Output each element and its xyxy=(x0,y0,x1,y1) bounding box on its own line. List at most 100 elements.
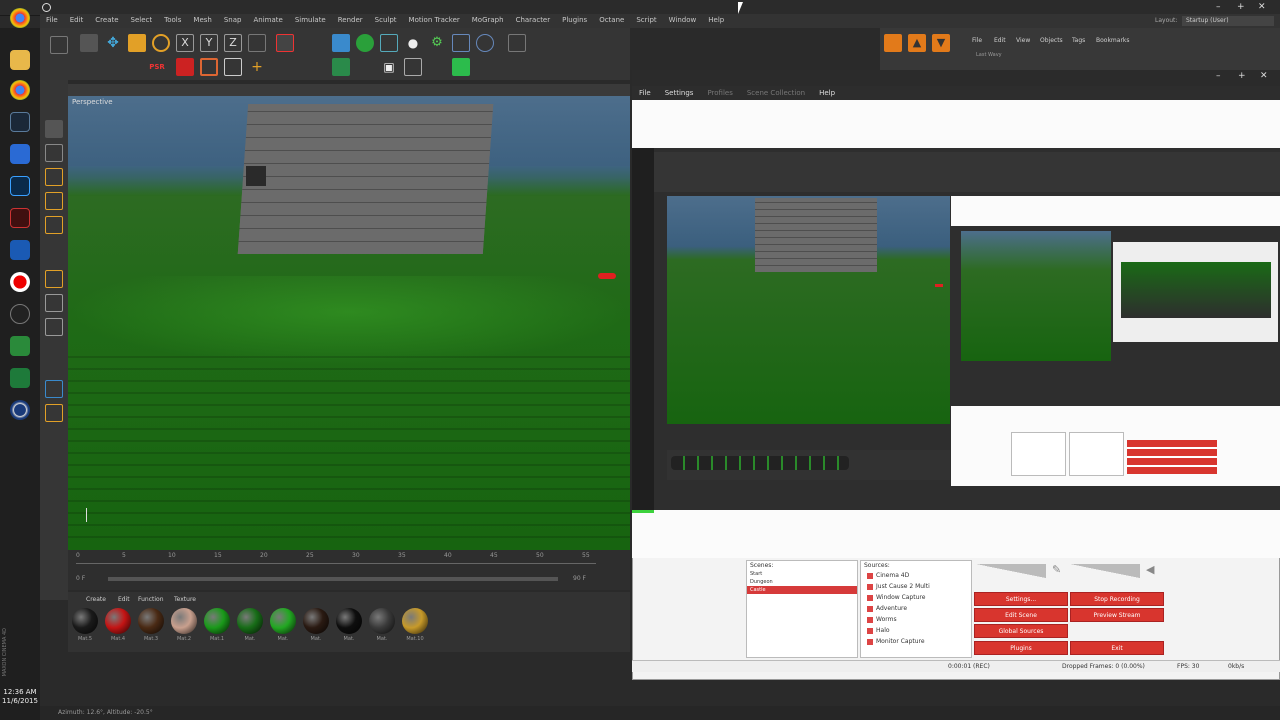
3d-viewport[interactable] xyxy=(68,96,630,550)
source-checkbox[interactable] xyxy=(867,583,873,590)
spreadsheet-icon[interactable] xyxy=(10,368,30,388)
render-view-icon[interactable] xyxy=(176,58,194,76)
menu-sculpt[interactable]: Sculpt xyxy=(369,14,403,24)
scene-item[interactable]: Castle xyxy=(747,586,857,594)
obs-close-icon[interactable]: ✕ xyxy=(1260,71,1268,81)
exit-button[interactable]: Exit xyxy=(1070,641,1164,655)
material-swatch[interactable] xyxy=(402,608,428,634)
polygons-mode-icon[interactable] xyxy=(45,216,63,234)
rotate-icon[interactable] xyxy=(152,34,170,52)
axis-mode-icon[interactable] xyxy=(45,270,63,288)
move-icon[interactable]: ✥ xyxy=(104,34,122,52)
app-blue-icon[interactable] xyxy=(10,240,30,260)
globe-icon[interactable] xyxy=(476,34,494,52)
om-menu-view[interactable]: View xyxy=(1016,37,1030,44)
chrome-icon[interactable] xyxy=(10,8,30,28)
grid-icon[interactable] xyxy=(452,34,470,52)
scale-icon[interactable] xyxy=(128,34,146,52)
material-swatch[interactable] xyxy=(237,608,263,634)
mic-volume-meter[interactable] xyxy=(976,564,1046,578)
gear-icon[interactable]: ⚙ xyxy=(428,34,446,52)
app-swirl-icon[interactable] xyxy=(10,304,30,324)
photoshop-icon[interactable] xyxy=(10,176,30,196)
cinema4d-icon[interactable] xyxy=(10,400,30,420)
taskbar-clock[interactable]: 12:36 AM 11/6/2015 xyxy=(0,688,40,706)
app-red-icon[interactable] xyxy=(10,208,30,228)
obs-menu-settings[interactable]: Settings xyxy=(658,86,701,100)
scene-item[interactable]: Start xyxy=(747,570,857,578)
edges-mode-icon[interactable] xyxy=(45,192,63,210)
obs-menu-profiles[interactable]: Profiles xyxy=(700,86,739,100)
timeline-slider[interactable] xyxy=(108,577,558,581)
material-swatch[interactable] xyxy=(138,608,164,634)
menu-mograph[interactable]: MoGraph xyxy=(466,14,510,24)
menu-character[interactable]: Character xyxy=(510,14,557,24)
mat-menu-texture[interactable]: Texture xyxy=(174,596,196,603)
menu-help[interactable]: Help xyxy=(702,14,730,24)
speaker-icon[interactable]: ◀ xyxy=(1146,563,1154,576)
model-mode-icon[interactable] xyxy=(45,120,63,138)
orange-tool-icon[interactable] xyxy=(884,34,902,52)
material-swatch[interactable] xyxy=(204,608,230,634)
source-item[interactable]: Worms xyxy=(861,614,971,625)
menu-motion-tracker[interactable]: Motion Tracker xyxy=(403,14,466,24)
brush-icon[interactable] xyxy=(45,404,63,422)
mat-menu-create[interactable]: Create xyxy=(86,596,106,603)
steam-icon[interactable] xyxy=(10,112,30,132)
mat-menu-edit[interactable]: Edit xyxy=(118,596,130,603)
menu-plugins[interactable]: Plugins xyxy=(556,14,593,24)
folder-icon[interactable] xyxy=(10,50,30,70)
source-checkbox[interactable] xyxy=(867,638,873,645)
record-icon[interactable] xyxy=(10,272,30,292)
render-settings-icon[interactable] xyxy=(224,58,242,76)
deformer-icon[interactable] xyxy=(508,34,526,52)
menu-script[interactable]: Script xyxy=(630,14,662,24)
undo-icon[interactable] xyxy=(50,36,68,54)
mat-menu-function[interactable]: Function xyxy=(138,596,164,603)
source-checkbox[interactable] xyxy=(867,594,873,601)
timeline[interactable]: 0 5 10 15 20 25 30 35 40 45 50 55 0 F 90… xyxy=(68,550,630,590)
source-checkbox[interactable] xyxy=(867,605,873,612)
browser-icon[interactable] xyxy=(10,80,30,100)
source-checkbox[interactable] xyxy=(867,627,873,634)
menu-tools[interactable]: Tools xyxy=(158,14,187,24)
obs-minimize-icon[interactable]: – xyxy=(1216,71,1221,81)
menu-animate[interactable]: Animate xyxy=(247,14,288,24)
lock-icon[interactable] xyxy=(45,318,63,336)
points-mode-icon[interactable] xyxy=(45,168,63,186)
texture-mode-icon[interactable] xyxy=(45,144,63,162)
global-sources-button[interactable]: Global Sources xyxy=(974,624,1068,638)
array-icon[interactable] xyxy=(380,34,398,52)
obs-settings-button[interactable]: Settings... xyxy=(974,592,1068,606)
menu-mesh[interactable]: Mesh xyxy=(187,14,217,24)
source-item[interactable]: Halo xyxy=(861,625,971,636)
material-swatch[interactable] xyxy=(105,608,131,634)
spline-icon[interactable]: + xyxy=(248,58,266,76)
mograph-icon[interactable] xyxy=(332,58,350,76)
workplane-icon[interactable] xyxy=(45,380,63,398)
source-checkbox[interactable] xyxy=(867,572,873,579)
mic-icon[interactable]: ✎ xyxy=(1052,563,1061,576)
psr-icon[interactable]: PSR xyxy=(148,58,166,76)
snap-icon[interactable] xyxy=(45,294,63,312)
menu-create[interactable]: Create xyxy=(89,14,124,24)
up-arrow-icon[interactable]: ▲ xyxy=(908,34,926,52)
render-region-icon[interactable] xyxy=(200,58,218,76)
sources-list[interactable]: Sources: Cinema 4D Just Cause 2 Multi Wind… xyxy=(860,560,972,658)
material-swatch[interactable] xyxy=(336,608,362,634)
light-icon[interactable]: ● xyxy=(404,34,422,52)
material-swatch[interactable] xyxy=(303,608,329,634)
app-green-icon[interactable] xyxy=(10,336,30,356)
maximize-icon[interactable]: + xyxy=(1237,2,1245,12)
menu-simulate[interactable]: Simulate xyxy=(289,14,332,24)
x-axis-icon[interactable]: X xyxy=(176,34,194,52)
keyframe-icon[interactable] xyxy=(276,34,294,52)
obs-menu-scene-collection[interactable]: Scene Collection xyxy=(740,86,812,100)
desktop-volume-meter[interactable] xyxy=(1070,564,1140,578)
menu-file[interactable]: File xyxy=(40,14,64,24)
timeline-end-field[interactable]: 90 F xyxy=(573,575,586,582)
obs-maximize-icon[interactable]: + xyxy=(1238,71,1246,81)
om-menu-objects[interactable]: Objects xyxy=(1040,37,1063,44)
om-menu-file[interactable]: File xyxy=(972,37,982,44)
source-item[interactable]: Adventure xyxy=(861,603,971,614)
